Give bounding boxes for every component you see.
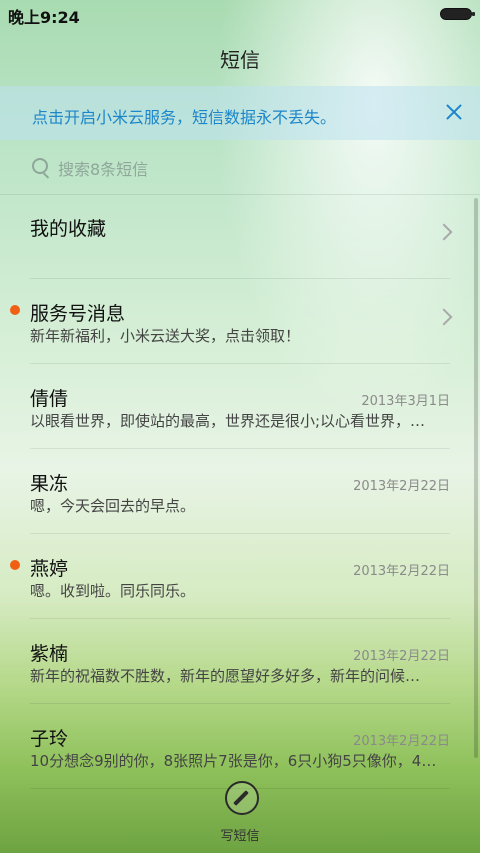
conversation-list: 我的收藏 服务号消息 新年新福利，小米云送大奖，点击领取！ 倩倩 2013年3月… — [0, 194, 480, 789]
status-time: 晚上9:24 — [8, 8, 80, 27]
status-bar: 晚上9:24 — [0, 0, 480, 28]
banner-text[interactable]: 点击开启小米云服务，短信数据永不丢失。 — [32, 104, 336, 128]
conversation-title: 果冻 — [30, 473, 69, 495]
conversation-title: 服务号消息 — [30, 303, 126, 325]
compose-icon[interactable] — [225, 781, 259, 815]
conversation-preview: 以眼看世界，即使站的最高，世界还是很小;以心看世界，… — [30, 412, 426, 430]
page-title: 短信 — [220, 48, 260, 72]
conversation-date: 2013年2月22日 — [353, 649, 450, 664]
list-item[interactable]: 我的收藏 — [30, 194, 453, 279]
conversation-preview: 嗯。收到啦。同乐同乐。 — [30, 582, 196, 600]
list-item[interactable]: 倩倩 2013年3月1日 以眼看世界，即使站的最高，世界还是很小;以心看世界，… — [30, 364, 450, 449]
conversation-date: 2013年2月22日 — [353, 734, 450, 749]
conversation-preview: 嗯，今天会回去的早点。 — [30, 497, 196, 515]
unread-dot — [10, 305, 20, 315]
chevron-right-icon — [435, 223, 453, 241]
conversation-title: 子玲 — [30, 728, 69, 750]
cloud-service-banner[interactable]: 点击开启小米云服务，短信数据永不丢失。 — [0, 86, 480, 140]
search-icon — [32, 158, 48, 174]
conversation-preview: 新年的祝福数不胜数，新年的愿望好多好多，新年的问候… — [30, 667, 421, 685]
conversation-title: 倩倩 — [30, 388, 69, 410]
scrollbar[interactable] — [474, 198, 478, 758]
close-icon[interactable] — [444, 102, 464, 122]
list-item[interactable]: 紫楠 2013年2月22日 新年的祝福数不胜数，新年的愿望好多好多，新年的问候… — [30, 619, 450, 704]
conversation-preview: 新年新福利，小米云送大奖，点击领取！ — [30, 327, 301, 345]
conversation-title: 紫楠 — [30, 643, 69, 665]
search-bar[interactable]: 搜索8条短信 — [0, 140, 480, 195]
conversation-date: 2013年2月22日 — [353, 564, 450, 579]
list-item[interactable]: 服务号消息 新年新福利，小米云送大奖，点击领取！ — [10, 279, 453, 364]
compose-label: 写短信 — [220, 829, 260, 844]
compose-button[interactable]: 写短信 — [0, 765, 480, 853]
conversation-date: 2013年2月22日 — [353, 479, 450, 494]
list-item[interactable]: 燕婷 2013年2月22日 嗯。收到啦。同乐同乐。 — [10, 534, 450, 619]
list-item[interactable]: 果冻 2013年2月22日 嗯，今天会回去的早点。 — [30, 449, 450, 534]
conversation-date: 2013年3月1日 — [361, 394, 450, 409]
unread-dot — [10, 560, 20, 570]
title-bar: 短信 — [0, 28, 480, 86]
conversation-title: 我的收藏 — [30, 218, 107, 240]
conversation-title: 燕婷 — [30, 558, 69, 580]
battery-icon — [440, 8, 475, 20]
chevron-right-icon — [435, 308, 453, 326]
search-input[interactable]: 搜索8条短信 — [58, 156, 148, 180]
